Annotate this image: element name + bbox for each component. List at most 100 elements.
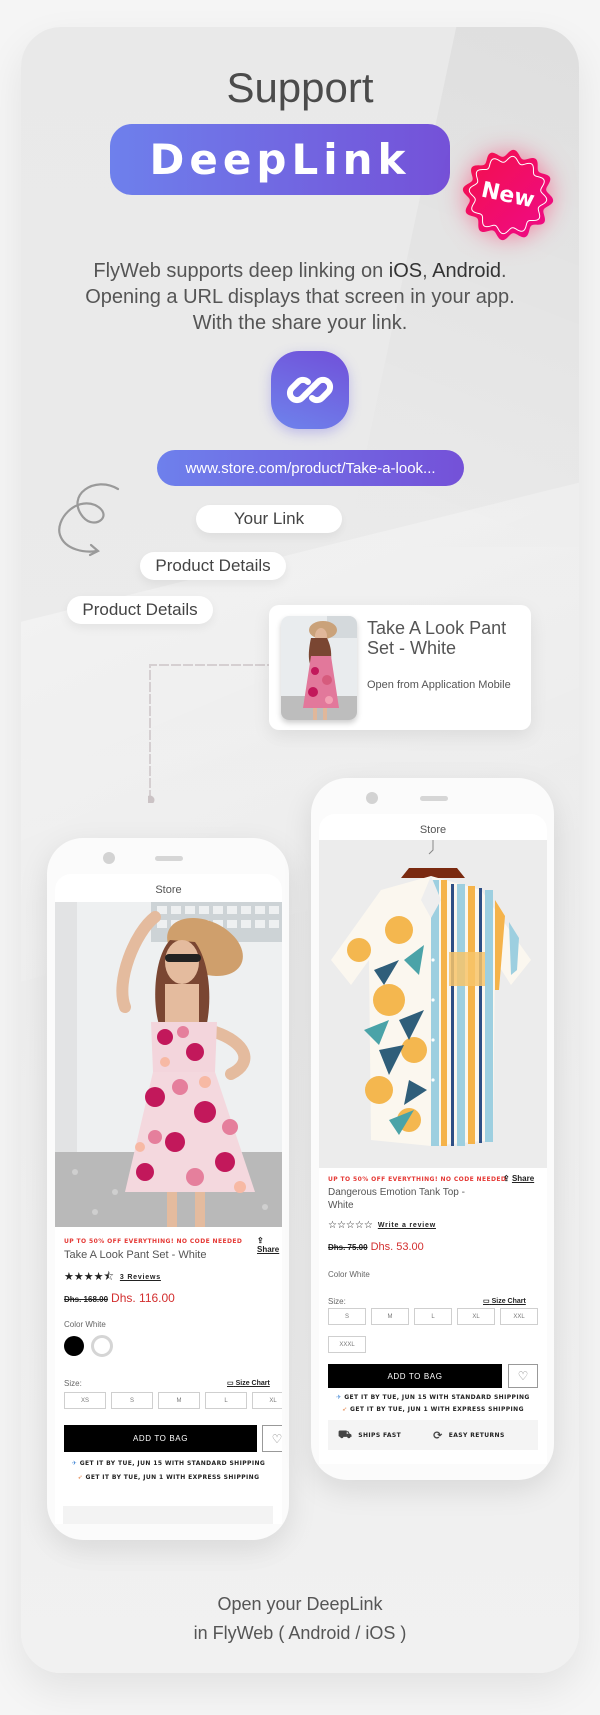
new-badge: New (458, 145, 558, 245)
product-name: Dangerous Emotion Tank Top - White (328, 1187, 465, 1211)
phone-screen: Store UP TO 50% OFF EVERYTHING! NO CODE … (319, 814, 547, 1464)
reviews-link[interactable]: 3 Reviews (120, 1274, 161, 1281)
phone-mockup-left: Store UP TO 50% OFF EVERYTHING! NO CODE … (47, 838, 289, 1540)
wishlist-button[interactable]: ♡ (508, 1364, 538, 1388)
features-strip: ⛟ SHIPS FAST ⟳ EASY RETURNS (328, 1420, 538, 1450)
original-price: Dhs. 75.00 (328, 1243, 368, 1252)
share-icon: ⇪ (503, 1174, 510, 1183)
preview-subtitle: Open from Application Mobile (367, 679, 511, 691)
share-button[interactable]: ⇪ Share (503, 1174, 534, 1183)
color-label: Color White (64, 1320, 106, 1329)
standard-shipping-note: ✈ GET IT BY TUE, JUN 15 WITH STANDARD SH… (71, 1460, 266, 1467)
phone-mockup-right: Store UP TO 50% OFF EVERYTHING! NO CODE … (311, 778, 554, 1480)
size-chart-link[interactable]: ▭ Size Chart (227, 1379, 270, 1387)
woman-floral-dress-photo (281, 616, 357, 720)
size-option[interactable]: L (414, 1308, 452, 1325)
new-badge-label: New (479, 177, 537, 213)
share-icon: ⇪ (257, 1236, 264, 1245)
returns-cycle-icon: ⟳ (433, 1428, 443, 1442)
sale-price: Dhs. 116.00 (111, 1291, 175, 1305)
app-title: Store (155, 884, 182, 896)
chip-your-link: Your Link (196, 505, 342, 533)
express-shipping-note: ➶ GET IT BY TUE, JUN 1 WITH EXPRESS SHIP… (77, 1474, 260, 1481)
size-option[interactable]: L (205, 1392, 247, 1409)
rating-row: ☆☆☆☆☆ Write a review (328, 1220, 436, 1231)
ruler-icon: ▭ (483, 1298, 490, 1305)
sale-price: Dhs. 53.00 (370, 1241, 424, 1253)
feature-easy-returns: EASY RETURNS (448, 1431, 505, 1439)
woman-floral-dress-photo (55, 902, 282, 1227)
description: FlyWeb supports deep linking on iOS, And… (40, 258, 560, 336)
size-label: Size: (64, 1379, 82, 1388)
chip-product-details: Product Details (67, 596, 213, 624)
share-button[interactable]: ⇪ Share (257, 1236, 282, 1254)
app-title: Store (419, 824, 447, 836)
description-line-2: Opening a URL displays that screen in yo… (85, 286, 515, 308)
promo-banner: UP TO 50% OFF EVERYTHING! NO CODE NEEDED (64, 1238, 243, 1245)
size-option[interactable]: S (328, 1308, 366, 1325)
ruler-icon: ▭ (227, 1380, 234, 1387)
footer-line-1: Open your DeepLink (217, 1594, 383, 1614)
camera-dot (366, 792, 378, 804)
chip-product-details: Product Details (140, 552, 286, 580)
connector-line (148, 664, 270, 803)
link-preview-card[interactable]: Take A Look Pant Set - White Open from A… (269, 605, 531, 730)
product-image (319, 840, 547, 1168)
link-chain-icon (286, 376, 334, 404)
product-name: Take A Look Pant Set - White (64, 1249, 207, 1261)
swirl-arrow-icon (58, 483, 120, 557)
camera-dot (103, 852, 115, 864)
link-app-icon[interactable] (271, 351, 349, 429)
feature-ships-fast: SHIPS FAST (358, 1431, 402, 1439)
phone-screen: Store UP TO 50% OFF EVERYTHING! NO CODE … (55, 874, 282, 1524)
speaker-slot (155, 856, 183, 861)
airplane-icon: ✈ (71, 1460, 78, 1467)
rocket-icon: ➶ (77, 1474, 83, 1481)
add-to-bag-button[interactable]: ADD TO BAG (328, 1364, 502, 1388)
deeplink-badge: DeepLink (110, 124, 450, 195)
express-shipping-note: ➶ GET IT BY TUE, JUN 1 WITH EXPRESS SHIP… (342, 1406, 524, 1413)
heart-icon: ♡ (271, 1431, 282, 1446)
description-line-1: FlyWeb supports deep linking on iOS, And… (93, 260, 507, 282)
preview-title: Take A Look Pant Set - White (367, 618, 507, 658)
size-option[interactable]: XXXL (328, 1336, 366, 1353)
deeplink-label: DeepLink (149, 135, 411, 184)
deeplink-url[interactable]: www.store.com/product/Take-a-look... (157, 450, 464, 486)
rating-row: ★★★★⯪ 3 Reviews (64, 1268, 161, 1287)
size-label: Size: (328, 1297, 346, 1306)
standard-shipping-note: ✈ GET IT BY TUE, JUN 15 WITH STANDARD SH… (336, 1394, 530, 1401)
product-thumbnail (281, 616, 357, 720)
add-to-bag-button[interactable]: ADD TO BAG (64, 1425, 257, 1452)
rating-stars: ★★★★⯪ (64, 1271, 114, 1283)
size-option[interactable]: XL (457, 1308, 495, 1325)
features-strip (63, 1506, 273, 1524)
airplane-icon: ✈ (336, 1394, 342, 1401)
color-swatch-black[interactable] (64, 1336, 84, 1356)
size-option[interactable]: M (371, 1308, 409, 1325)
original-price: Dhs. 168.00 (64, 1295, 109, 1304)
page-title: Support (226, 64, 374, 111)
size-option[interactable]: S (111, 1392, 153, 1409)
floral-striped-shirt-photo (319, 840, 547, 1168)
price-row: Dhs. 75.00 Dhs. 53.00 (328, 1241, 424, 1253)
size-option[interactable]: XL (252, 1392, 282, 1409)
delivery-truck-icon: ⛟ (338, 1427, 353, 1441)
speaker-slot (420, 796, 448, 801)
color-swatch-white[interactable] (91, 1335, 113, 1357)
rocket-icon: ➶ (342, 1406, 348, 1413)
size-option[interactable]: M (158, 1392, 200, 1409)
footer-line-2: in FlyWeb ( Android / iOS ) (193, 1623, 407, 1643)
product-image (55, 902, 282, 1227)
color-label: Color White (328, 1270, 370, 1279)
size-option[interactable]: XS (64, 1392, 106, 1409)
rating-stars: ☆☆☆☆☆ (328, 1220, 373, 1231)
size-chart-link[interactable]: ▭ Size Chart (483, 1297, 526, 1305)
size-option[interactable]: XXL (500, 1308, 538, 1325)
footer-caption: Open your DeepLink in FlyWeb ( Android /… (0, 1590, 600, 1648)
description-line-3: With the share your link. (192, 312, 408, 334)
wishlist-button[interactable]: ♡ (262, 1425, 282, 1452)
promo-banner: UP TO 50% OFF EVERYTHING! NO CODE NEEDED (328, 1176, 507, 1183)
price-row: Dhs. 168.00 Dhs. 116.00 (64, 1291, 175, 1305)
heart-icon: ♡ (517, 1369, 529, 1383)
write-review-link[interactable]: Write a review (378, 1222, 436, 1229)
